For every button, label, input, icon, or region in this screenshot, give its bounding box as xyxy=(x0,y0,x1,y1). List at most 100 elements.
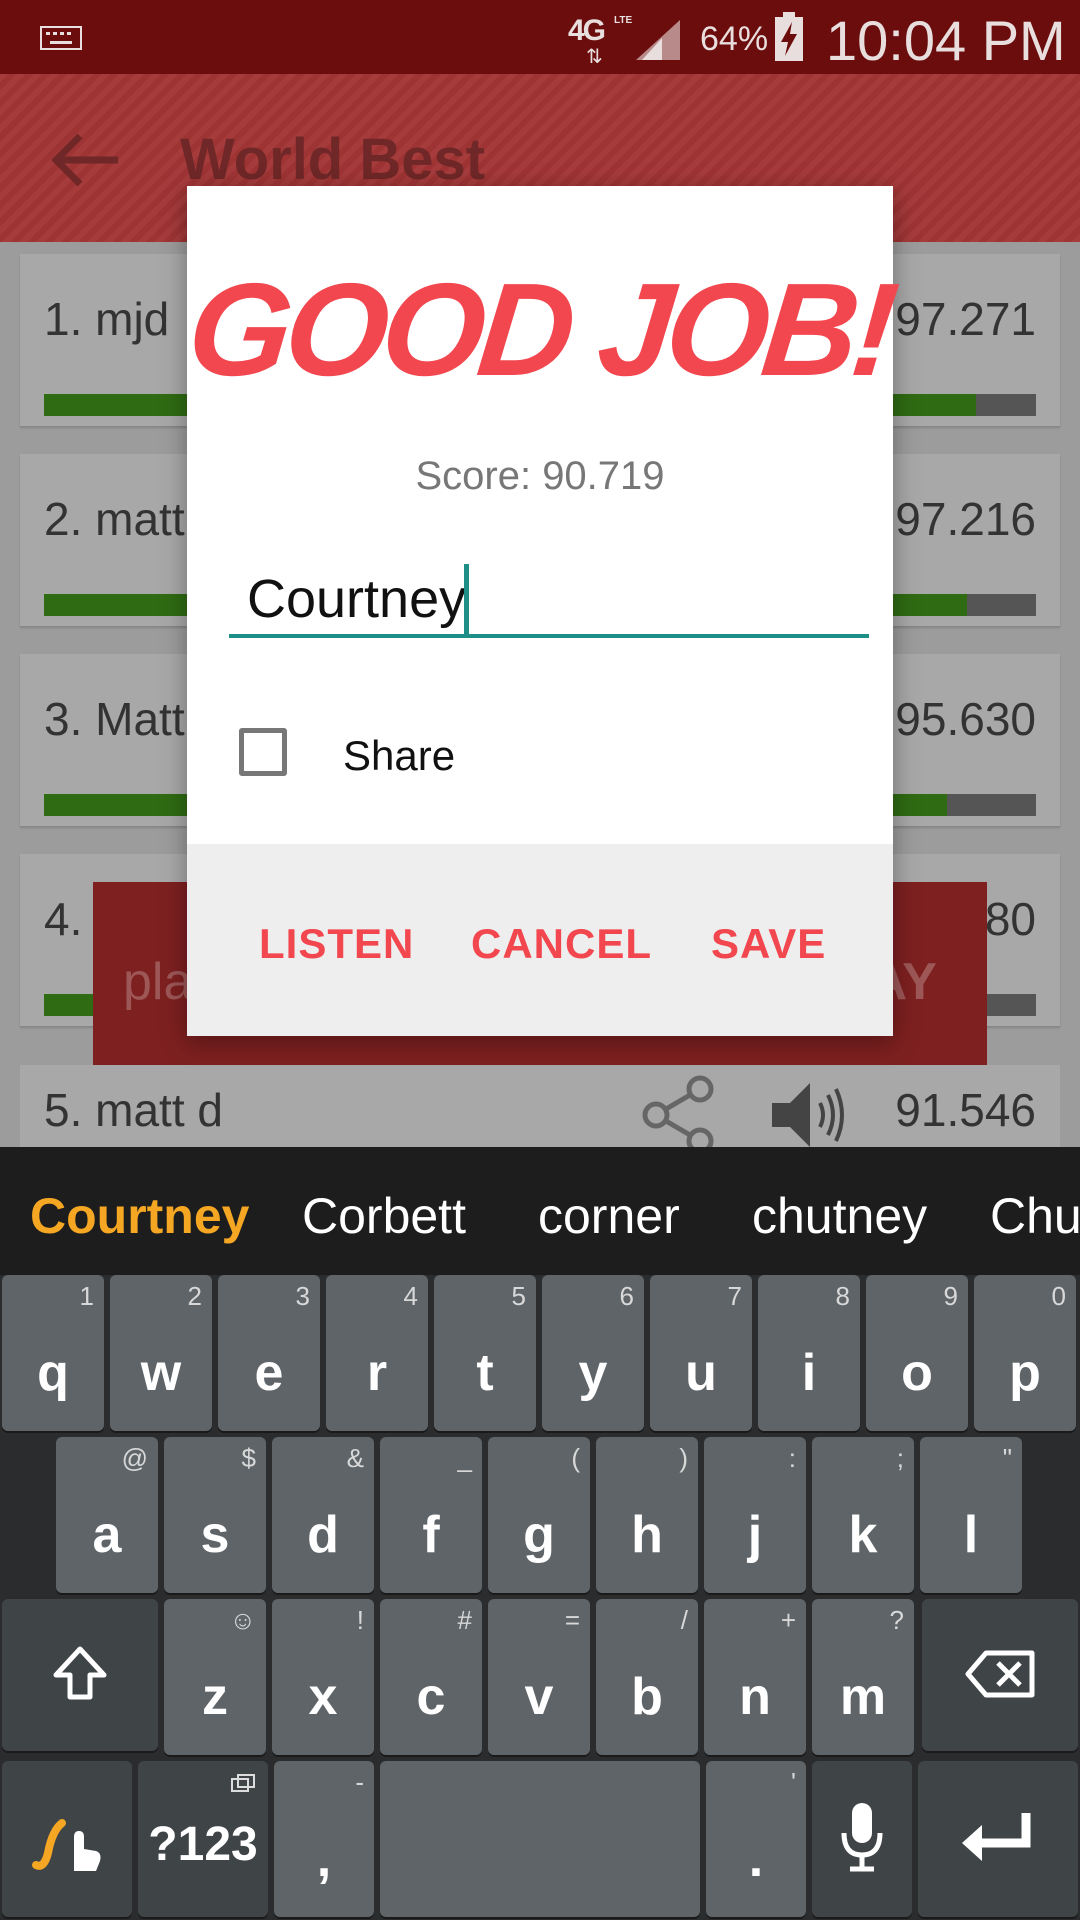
key-u[interactable]: 7u xyxy=(650,1275,752,1431)
key-v[interactable]: = v xyxy=(488,1599,590,1755)
player-score: 91.546 xyxy=(895,1084,1036,1136)
key-s[interactable]: $ s xyxy=(164,1437,266,1593)
key-d[interactable]: & d xyxy=(272,1437,374,1593)
battery-charging-icon xyxy=(775,12,803,61)
key-label: r xyxy=(366,1344,388,1402)
key-f[interactable]: _ f xyxy=(380,1437,482,1593)
space-key[interactable] xyxy=(380,1761,700,1917)
key-g[interactable]: (g xyxy=(488,1437,590,1593)
dialog-actions: LISTEN CANCEL SAVE xyxy=(187,844,893,1036)
key-o[interactable]: 9o xyxy=(866,1275,968,1431)
key-w[interactable]: 2w xyxy=(110,1275,212,1431)
mic-icon xyxy=(841,1803,883,1872)
key-x[interactable]: ! x xyxy=(272,1599,374,1755)
key-label: t xyxy=(476,1344,494,1402)
key-k[interactable]: ; k xyxy=(812,1437,914,1593)
key-l[interactable]: " l xyxy=(920,1437,1022,1593)
key-label: f xyxy=(422,1506,440,1564)
key-hint: / xyxy=(680,1605,688,1635)
key-e[interactable]: 3e xyxy=(218,1275,320,1431)
key-label: . xyxy=(748,1830,764,1888)
key-hint: 3 xyxy=(295,1281,310,1311)
key-r[interactable]: 4r xyxy=(326,1275,428,1431)
player-score: 80 xyxy=(984,893,1036,945)
backspace-key[interactable] xyxy=(922,1599,1078,1751)
player-name: 2. matt xyxy=(44,493,185,545)
key-hint: = xyxy=(564,1605,580,1635)
key-hint: 9 xyxy=(943,1281,958,1311)
key-label: i xyxy=(801,1344,817,1402)
listen-button[interactable]: LISTEN xyxy=(259,920,414,968)
key-label: s xyxy=(200,1506,230,1564)
clock: 10:04 PM xyxy=(826,9,1066,72)
key-hint: ) xyxy=(679,1443,688,1473)
suggestion-item[interactable]: Chu xyxy=(990,1187,1080,1245)
period-key[interactable]: ' . xyxy=(706,1761,806,1917)
save-button[interactable]: SAVE xyxy=(711,920,826,968)
key-label: w xyxy=(140,1344,182,1402)
share-label: Share xyxy=(343,732,456,779)
enter-icon xyxy=(962,1813,1031,1861)
key-hint: @ xyxy=(121,1443,148,1473)
key-hint: 8 xyxy=(835,1281,850,1311)
swype-key[interactable] xyxy=(2,1761,132,1917)
key-h[interactable]: ) h xyxy=(596,1437,698,1593)
window-icon xyxy=(231,1774,255,1792)
mic-key[interactable] xyxy=(812,1761,912,1917)
suggestion-item[interactable]: Corbett xyxy=(302,1187,466,1245)
key-j[interactable]: :j xyxy=(704,1437,806,1593)
key-hint: 7 xyxy=(727,1281,742,1311)
key-a[interactable]: @ a xyxy=(56,1437,158,1593)
key-label: c xyxy=(416,1668,446,1726)
comma-key[interactable]: - , xyxy=(274,1761,374,1917)
suggestion-strip: Courtney Corbett corner chutney Chu xyxy=(0,1147,1080,1275)
key-hint: ' xyxy=(791,1767,796,1797)
key-hint: ? xyxy=(889,1605,904,1635)
speaker-icon[interactable] xyxy=(768,1077,848,1153)
player-name: 4. xyxy=(44,893,83,945)
key-hint: 4 xyxy=(403,1281,418,1311)
suggestion-item[interactable]: Courtney xyxy=(30,1187,249,1245)
key-label: u xyxy=(685,1344,717,1402)
shift-key[interactable] xyxy=(2,1599,158,1751)
data-arrows-icon: ⇅ xyxy=(586,46,603,68)
player-score: 97.216 xyxy=(895,493,1036,545)
arrow-left-icon[interactable] xyxy=(50,130,120,190)
key-t[interactable]: 5t xyxy=(434,1275,536,1431)
key-hint: 1 xyxy=(79,1281,94,1311)
share-checkbox[interactable] xyxy=(239,728,287,776)
key-y[interactable]: 6y xyxy=(542,1275,644,1431)
key-label: x xyxy=(308,1668,338,1726)
player-name: 1. mjd xyxy=(44,293,170,345)
key-label: e xyxy=(254,1344,284,1402)
key-hint: " xyxy=(1002,1443,1012,1473)
dialog-headline: GOOD JOB! xyxy=(181,256,899,403)
list-item[interactable]: 5. matt d 91.546 xyxy=(20,1065,1060,1155)
player-name: 5. matt d xyxy=(44,1084,223,1136)
name-input[interactable] xyxy=(229,564,869,638)
share-icon[interactable] xyxy=(640,1075,720,1155)
key-hint: 0 xyxy=(1051,1281,1066,1311)
key-i[interactable]: 8i xyxy=(758,1275,860,1431)
symbols-key[interactable]: ?123 xyxy=(138,1761,268,1917)
key-label: m xyxy=(839,1668,887,1726)
suggestion-item[interactable]: corner xyxy=(538,1187,680,1245)
cancel-button[interactable]: CANCEL xyxy=(471,920,652,968)
key-b[interactable]: / b xyxy=(596,1599,698,1755)
key-c[interactable]: # c xyxy=(380,1599,482,1755)
key-z[interactable]: ☺ z xyxy=(164,1599,266,1755)
network-type: 4G xyxy=(568,14,606,47)
enter-key[interactable] xyxy=(918,1761,1078,1917)
key-n[interactable]: + n xyxy=(704,1599,806,1755)
key-q[interactable]: 1q xyxy=(2,1275,104,1431)
save-score-dialog: GOOD JOB! Score: 90.719 Share LISTEN CAN… xyxy=(182,186,898,1036)
key-hint: ; xyxy=(896,1443,904,1473)
key-p[interactable]: 0p xyxy=(974,1275,1076,1431)
player-name: 3. Matt xyxy=(44,693,185,745)
key-label: l xyxy=(963,1506,979,1564)
key-label: , xyxy=(316,1830,332,1888)
suggestion-item[interactable]: chutney xyxy=(752,1187,927,1245)
key-m[interactable]: ? m xyxy=(812,1599,914,1755)
key-hint: - xyxy=(355,1767,364,1797)
keyboard: 1q2w3e4r5t6y7u8i9o0p @ a $ s & d _ f(g) h: j; k " l … xyxy=(0,1275,1080,1920)
